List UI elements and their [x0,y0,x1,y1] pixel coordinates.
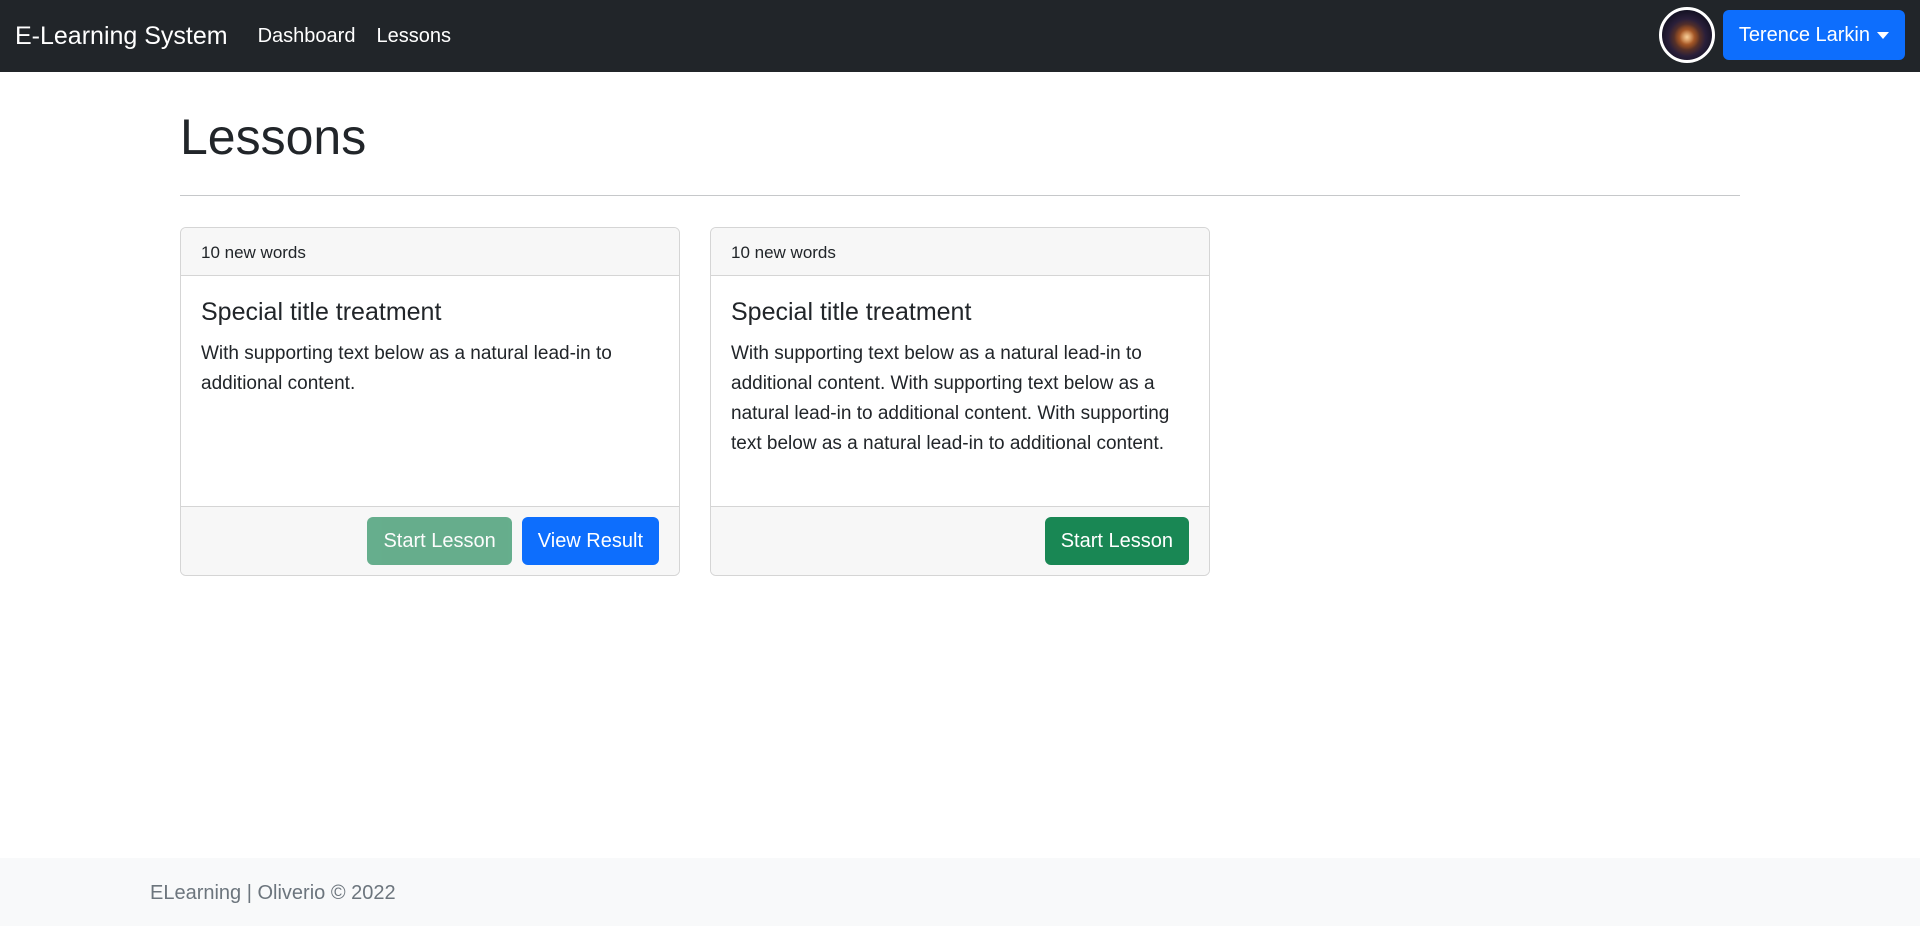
nav-link-lessons[interactable]: Lessons [376,25,451,48]
card-text: With supporting text below as a natural … [201,343,612,394]
nav-link-dashboard[interactable]: Dashboard [258,25,356,48]
card-body: Special title treatment With supporting … [181,276,679,506]
card-text: With supporting text below as a natural … [731,343,1170,454]
card-body: Special title treatment With supporting … [711,276,1209,506]
footer-text: ELearning | Oliverio © 2022 [150,882,396,904]
user-area: Terence Larkin [1658,7,1905,63]
avatar[interactable] [1658,7,1715,63]
card-title: Special title treatment [201,298,442,326]
start-lesson-button[interactable]: Start Lesson [1044,517,1189,565]
card-header: 10 new words [181,228,679,276]
card-footer: Start Lesson View Result [181,506,679,575]
lesson-card: 10 new words Special title treatment Wit… [710,227,1210,576]
user-name-label: Terence Larkin [1738,23,1870,46]
start-lesson-button[interactable]: Start Lesson [367,517,512,565]
card-footer: Start Lesson [711,506,1209,575]
view-result-button[interactable]: View Result [521,517,659,565]
divider [180,195,1740,196]
page-footer: ELearning | Oliverio © 2022 [0,858,1920,926]
card-header: 10 new words [711,228,1209,276]
user-dropdown-button[interactable]: Terence Larkin [1722,10,1905,60]
card-title: Special title treatment [731,298,972,326]
top-navbar: E-Learning System Dashboard Lessons Tere… [0,0,1920,72]
brand-link[interactable]: E-Learning System [15,22,228,51]
caret-down-icon [1877,31,1889,39]
lesson-card: 10 new words Special title treatment Wit… [180,227,680,576]
page-title: Lessons [180,109,367,165]
